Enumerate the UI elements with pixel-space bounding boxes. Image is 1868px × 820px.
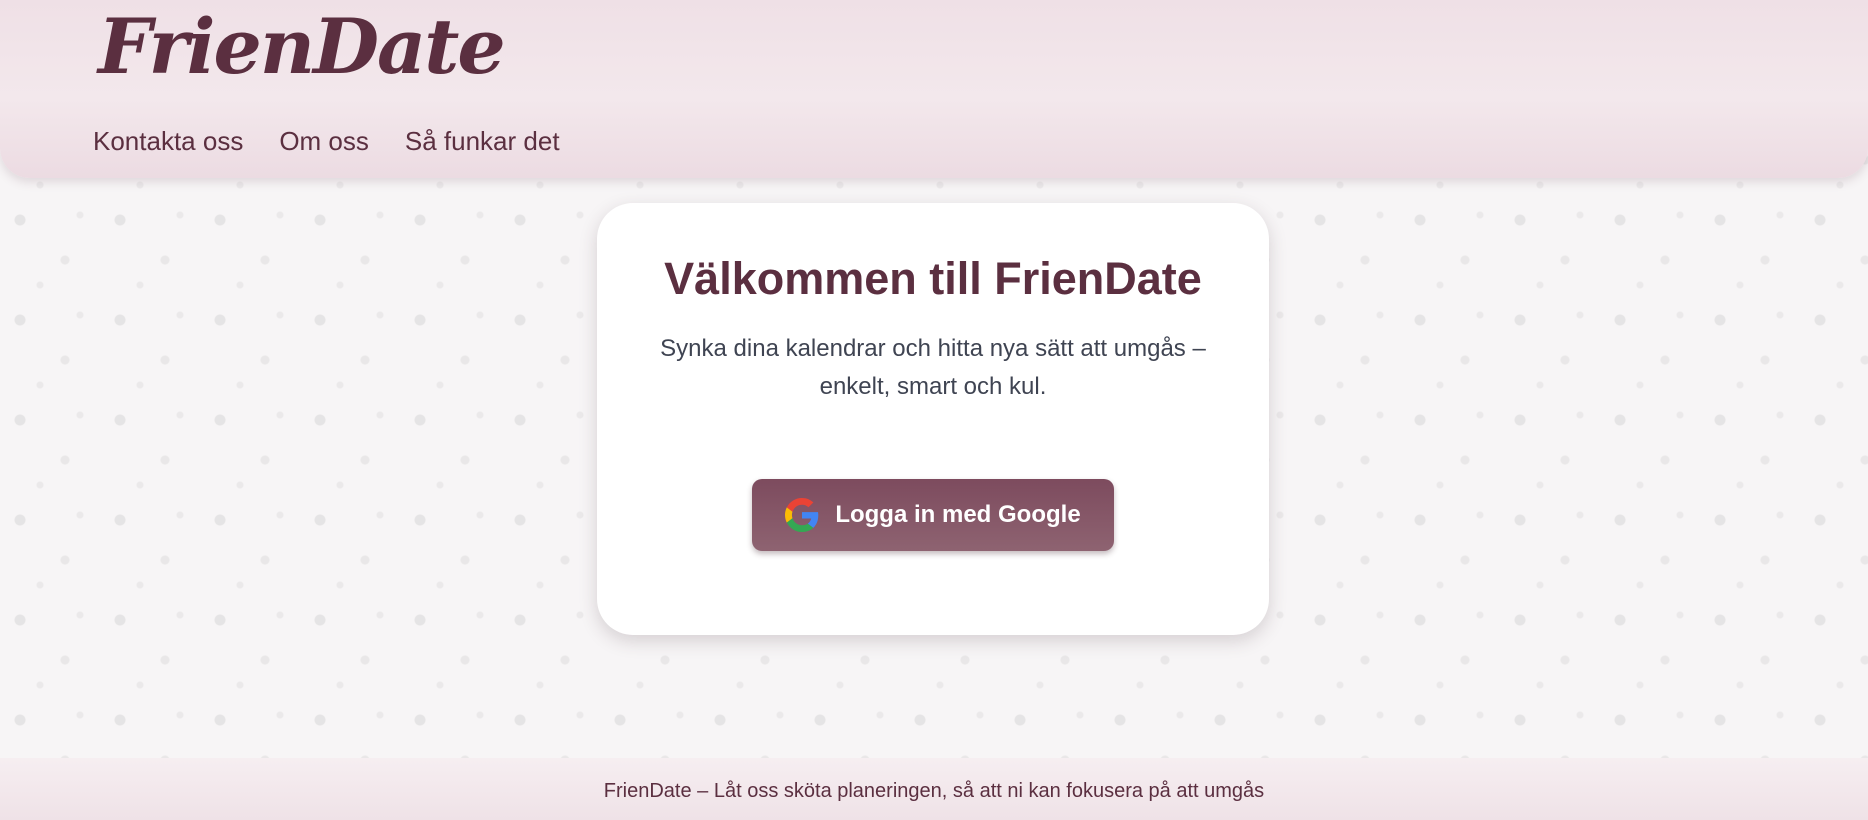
google-icon <box>785 498 819 532</box>
main-nav: Kontakta oss Om oss Så funkar det <box>93 126 560 157</box>
welcome-title: Välkommen till FrienDate <box>664 253 1202 304</box>
nav-link-sa-funkar-det[interactable]: Så funkar det <box>405 126 560 157</box>
welcome-card: Välkommen till FrienDate Synka dina kale… <box>597 203 1269 635</box>
logo[interactable]: FrienDate <box>98 2 506 91</box>
google-login-button[interactable]: Logga in med Google <box>752 479 1114 551</box>
nav-link-kontakta-oss[interactable]: Kontakta oss <box>93 126 243 157</box>
nav-link-om-oss[interactable]: Om oss <box>279 126 369 157</box>
site-footer: FrienDate – Låt oss sköta planeringen, s… <box>0 758 1868 820</box>
site-header: FrienDate Kontakta oss Om oss Så funkar … <box>0 0 1868 178</box>
google-login-label: Logga in med Google <box>835 501 1081 528</box>
welcome-description: Synka dina kalendrar och hitta nya sätt … <box>660 335 1206 400</box>
footer-text: FrienDate – Låt oss sköta planeringen, s… <box>603 780 1265 802</box>
